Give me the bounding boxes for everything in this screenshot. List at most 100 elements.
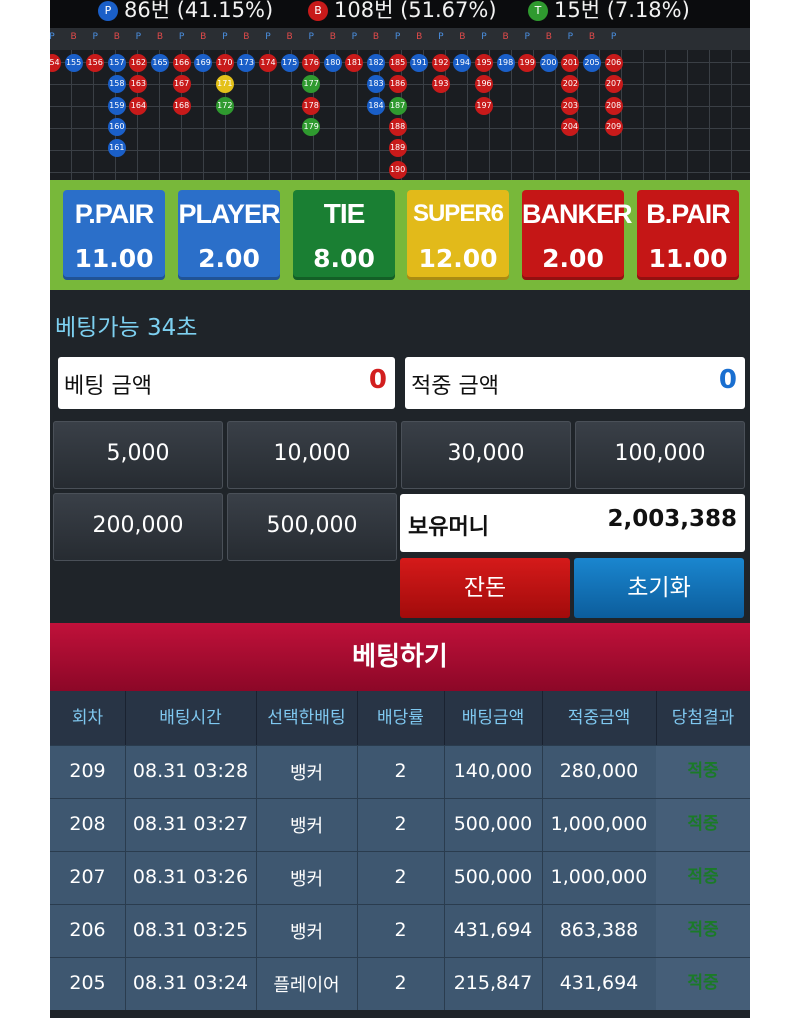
chip-500000-button[interactable]: 500,000 — [227, 493, 397, 561]
road-bead: 194 — [453, 54, 472, 72]
table-header-cell: 적중금액 — [542, 691, 657, 745]
road-bead: 160 — [107, 117, 126, 136]
history-table-header: 회차 배팅시간 선택한배팅 배당률 배팅금액 적중금액 당첨결과 — [50, 691, 750, 745]
table-header-cell: 당첨결과 — [656, 691, 750, 745]
chip-200000-button[interactable]: 200,000 — [53, 493, 223, 561]
table-cell: 205 — [50, 958, 126, 1010]
odds-value: 2.00 — [542, 244, 604, 273]
odds-bpair-button[interactable]: B.PAIR 11.00 — [637, 190, 739, 280]
table-cell: 2 — [357, 799, 445, 851]
player-dot-icon: P — [98, 1, 118, 21]
banker-dot-icon: B — [308, 1, 328, 21]
table-header-cell: 배팅금액 — [444, 691, 543, 745]
odds-banker-button[interactable]: BANKER 2.00 — [522, 190, 633, 280]
road-bead: 168 — [172, 96, 191, 115]
table-row: 205 08.31 03:24 플레이어 2 215,847 431,694 적중 — [50, 957, 750, 1010]
odds-name: BANKER — [522, 199, 633, 229]
table-cell: 적중 — [656, 905, 750, 957]
roadmap-header-label: B — [502, 32, 509, 42]
road-bead: 161 — [107, 139, 126, 158]
road-bead: 207 — [604, 75, 623, 94]
road-bead: 167 — [172, 75, 191, 94]
roadmap-header-label: P — [50, 32, 55, 42]
table-cell: 적중 — [656, 746, 750, 798]
place-bet-button[interactable]: 베팅하기 — [50, 623, 750, 691]
bet-amount-value: 0 — [368, 365, 387, 395]
roadmap-header-label: P — [92, 32, 98, 42]
road-bead: 187 — [388, 96, 407, 115]
road-bead: 208 — [604, 96, 623, 115]
table-cell: 208 — [50, 799, 126, 851]
odds-name: PLAYER — [178, 199, 280, 229]
table-cell: 209 — [50, 746, 126, 798]
roadmap-header-label: P — [438, 32, 444, 42]
bet-amount-field: 베팅 금액 0 — [58, 357, 395, 409]
table-cell: 206 — [50, 905, 126, 957]
player-stat: P 86번 (41.15%) — [98, 0, 273, 21]
odds-name: TIE — [323, 198, 366, 229]
remain-button[interactable]: 잔돈 — [400, 558, 570, 618]
road-bead: 193 — [431, 75, 450, 94]
road-bead: 192 — [431, 54, 450, 72]
road-bead: 173 — [237, 54, 256, 72]
table-cell: 2 — [357, 958, 445, 1010]
table-cell: 08.31 03:26 — [125, 852, 257, 904]
road-bead: 206 — [604, 54, 623, 72]
roadmap-header-label: P — [308, 32, 314, 42]
table-cell: 500,000 — [444, 799, 543, 851]
odds-tie-button[interactable]: TIE 8.00 — [293, 190, 395, 280]
road-bead: 159 — [107, 96, 126, 115]
odds-value: 11.00 — [74, 244, 154, 273]
roadmap-header-label: B — [70, 32, 77, 42]
tie-dot-icon: T — [528, 1, 548, 21]
road-bead: 177 — [302, 75, 321, 94]
roadmap-header-label: B — [156, 32, 164, 42]
table-cell: 2 — [357, 746, 445, 798]
odds-ppair-button[interactable]: P.PAIR 11.00 — [63, 190, 165, 280]
roadmap-header-label: P — [524, 32, 530, 42]
table-cell: 431,694 — [542, 958, 657, 1010]
chip-5000-button[interactable]: 5,000 — [53, 421, 223, 489]
road-bead: 188 — [388, 117, 407, 136]
odds-super6-button[interactable]: SUPER6 12.00 — [407, 190, 509, 280]
balance-box: 보유머니 2,003,388 — [400, 494, 745, 552]
road-bead: 204 — [561, 117, 580, 136]
odds-player-button[interactable]: PLAYER 2.00 — [178, 190, 281, 280]
odds-value: 12.00 — [418, 244, 498, 273]
win-amount-value: 0 — [718, 365, 737, 395]
roadmap-header-label: B — [113, 32, 120, 42]
reset-button[interactable]: 초기화 — [574, 558, 744, 618]
table-cell: 207 — [50, 852, 126, 904]
table-row: 208 08.31 03:27 뱅커 2 500,000 1,000,000 적중 — [50, 798, 750, 851]
roadmap-header-label: B — [588, 32, 596, 42]
table-cell: 280,000 — [542, 746, 657, 798]
road-bead: 155 — [64, 54, 83, 72]
road-bead: 191 — [410, 54, 429, 72]
road-bead: 165 — [151, 54, 169, 72]
roadmap-header-label: B — [372, 32, 380, 42]
road-bead: 157 — [107, 54, 126, 72]
roadmap-header: PBPBPBPBPBPBPBPBPBPBPBPBPBP — [50, 28, 750, 50]
table-row: 206 08.31 03:25 뱅커 2 431,694 863,388 적중 — [50, 904, 750, 957]
win-amount-label: 적중 금액 — [411, 374, 499, 399]
result-stats-bar: P 86번 (41.15%) B 108번 (51.67%) T 15번 (7.18%… — [50, 0, 750, 28]
odds-name: P.PAIR — [74, 199, 155, 229]
table-row: 207 08.31 03:26 뱅커 2 500,000 1,000,000 적중 — [50, 851, 750, 904]
table-cell: 뱅커 — [256, 852, 358, 904]
win-amount-field: 적중 금액 0 — [405, 357, 745, 409]
chip-10000-button[interactable]: 10,000 — [227, 421, 397, 489]
road-bead: 175 — [280, 54, 299, 72]
road-bead: 174 — [259, 54, 277, 72]
table-cell: 플레이어 — [256, 958, 358, 1010]
road-bead: 202 — [561, 75, 580, 94]
tie-stat-text: 15번 (7.18%) — [554, 0, 690, 22]
chip-30000-button[interactable]: 30,000 — [401, 421, 571, 489]
odds-name: B.PAIR — [646, 199, 731, 229]
table-cell: 적중 — [656, 852, 750, 904]
odds-value: 11.00 — [648, 244, 728, 273]
road-bead: 195 — [475, 54, 493, 72]
table-cell: 08.31 03:28 — [125, 746, 257, 798]
roadmap-header-label: B — [416, 32, 423, 42]
chip-100000-button[interactable]: 100,000 — [575, 421, 745, 489]
road-bead: 169 — [194, 54, 213, 72]
